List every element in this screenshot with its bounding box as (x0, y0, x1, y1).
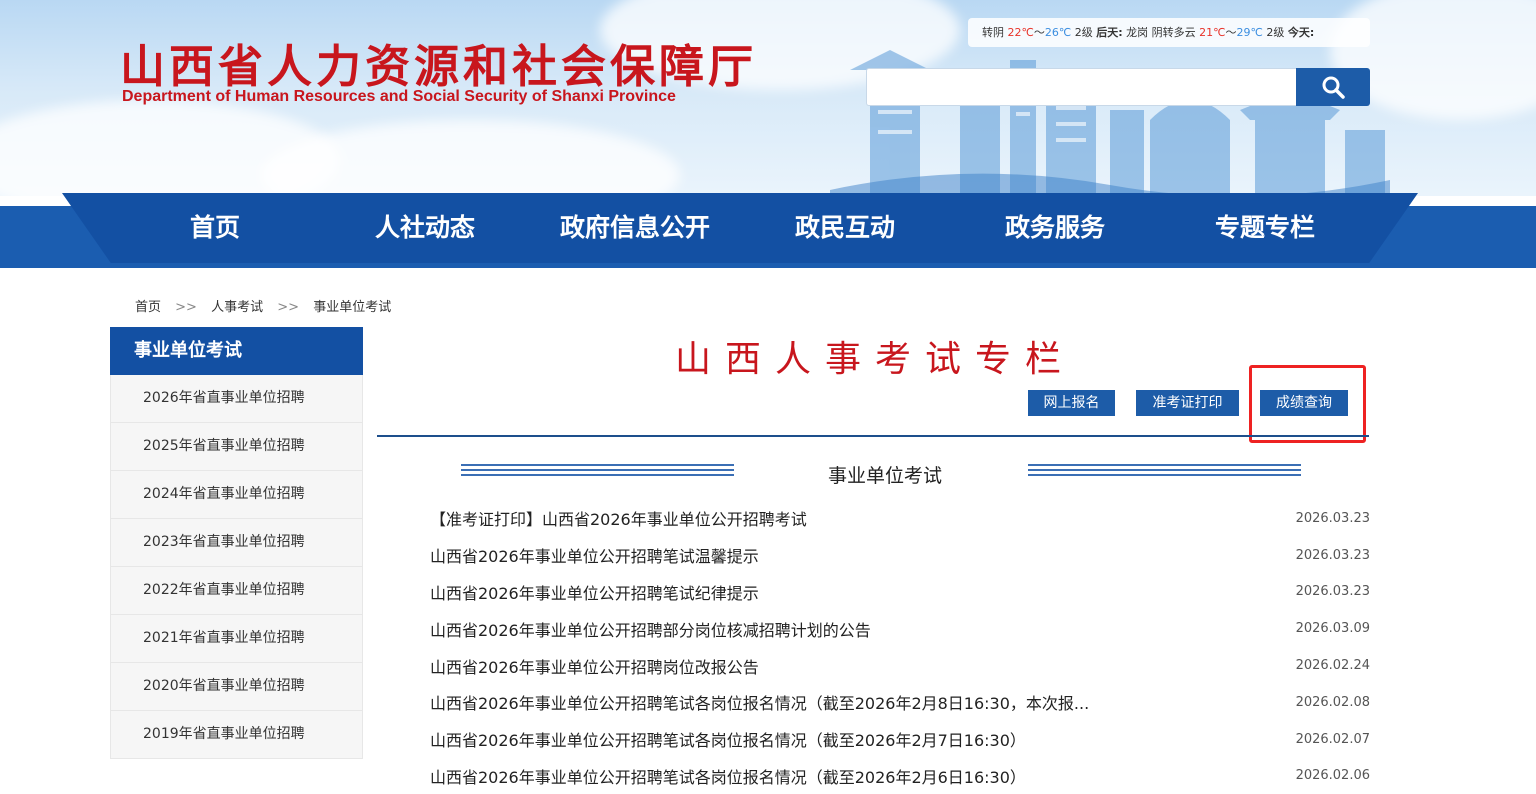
main-nav: 首页 人社动态 政府信息公开 政民互动 政务服务 专题专栏 (0, 193, 1536, 274)
nav-item-services[interactable]: 政务服务 (950, 196, 1160, 260)
breadcrumb-item-current[interactable]: 事业单位考试 (313, 300, 391, 315)
sidebar-item-2020[interactable]: 2020年省直事业单位招聘 (110, 663, 363, 711)
nav-item-news[interactable]: 人社动态 (320, 196, 530, 260)
nav-items: 首页 人社动态 政府信息公开 政民互动 政务服务 专题专栏 (110, 196, 1370, 260)
news-item-date: 2026.03.09 (1295, 621, 1370, 637)
weather-today-label: 今天: (1287, 26, 1315, 39)
weather-city: 龙岗 (1126, 26, 1149, 39)
news-item-title[interactable]: 山西省2026年事业单位公开招聘笔试纪律提示 (430, 580, 759, 604)
nav-item-gov-info[interactable]: 政府信息公开 (530, 196, 740, 260)
weather-temp-sep: ～ (1033, 26, 1045, 39)
nav-item-topics[interactable]: 专题专栏 (1160, 196, 1370, 260)
breadcrumb-item-exam[interactable]: 人事考试 (211, 300, 263, 315)
section-title-decoration-right (1028, 464, 1301, 476)
weather-today-temp-high: 26℃ (1044, 26, 1072, 39)
nav-item-home[interactable]: 首页 (110, 196, 320, 260)
weather-after-temp-high: 29℃ (1236, 26, 1263, 39)
news-item-title[interactable]: 山西省2026年事业单位公开招聘笔试各岗位报名情况（截至2026年2月6日16:… (430, 764, 1026, 788)
search-icon (1322, 76, 1345, 99)
news-item-date: 2026.03.23 (1295, 584, 1370, 600)
sidebar-item-2024[interactable]: 2024年省直事业单位招聘 (110, 471, 363, 519)
site-logo-title[interactable]: 山西省人力资源和社会保障厅 (120, 30, 757, 95)
news-item[interactable]: 山西省2026年事业单位公开招聘笔试纪律提示 2026.03.23 (430, 574, 1370, 611)
breadcrumb: 首页 >> 人事考试 >> 事业单位考试 (135, 296, 391, 315)
sidebar-item-2022[interactable]: 2022年省直事业单位招聘 (110, 567, 363, 615)
news-item-date: 2026.02.08 (1295, 694, 1370, 710)
weather-bar: 转阴 22℃～26℃ 2级 后天: 龙岗 阴转多云 21℃～29℃ 2级 今天: (968, 18, 1370, 47)
news-list: 【准考证打印】山西省2026年事业单位公开招聘考试 2026.03.23 山西省… (430, 500, 1370, 794)
search-input[interactable] (866, 68, 1298, 106)
news-item-title[interactable]: 山西省2026年事业单位公开招聘部分岗位核减招聘计划的公告 (430, 617, 871, 641)
news-item-title[interactable]: 山西省2026年事业单位公开招聘笔试温馨提示 (430, 543, 759, 567)
weather-after-label: 后天: (1096, 26, 1123, 39)
news-item[interactable]: 山西省2026年事业单位公开招聘笔试温馨提示 2026.03.23 (430, 537, 1370, 574)
search-button[interactable] (1296, 68, 1370, 106)
news-item[interactable]: 山西省2026年事业单位公开招聘笔试各岗位报名情况（截至2026年2月7日16:… (430, 721, 1370, 758)
weather-today-temp-low: 22℃ (1007, 26, 1034, 39)
highlight-annotation-box (1249, 365, 1366, 443)
news-item-date: 2026.02.07 (1295, 731, 1370, 747)
online-registration-button[interactable]: 网上报名 (1028, 390, 1115, 416)
news-item[interactable]: 山西省2026年事业单位公开招聘部分岗位核减招聘计划的公告 2026.03.09 (430, 610, 1370, 647)
news-item-date: 2026.02.06 (1295, 768, 1370, 784)
breadcrumb-item-home[interactable]: 首页 (135, 300, 161, 315)
section-title: 事业单位考试 (827, 465, 942, 487)
nav-item-interaction[interactable]: 政民互动 (740, 196, 950, 260)
breadcrumb-separator: >> (175, 300, 197, 315)
news-item-date: 2026.02.24 (1295, 658, 1370, 674)
admission-ticket-print-button[interactable]: 准考证打印 (1136, 390, 1239, 416)
sidebar-title: 事业单位考试 (110, 327, 363, 375)
site-header: 山西省人力资源和社会保障厅 Department of Human Resour… (0, 0, 1536, 196)
sidebar-item-2025[interactable]: 2025年省直事业单位招聘 (110, 423, 363, 471)
sidebar-item-2021[interactable]: 2021年省直事业单位招聘 (110, 615, 363, 663)
news-item-title[interactable]: 山西省2026年事业单位公开招聘笔试各岗位报名情况（截至2026年2月7日16:… (430, 727, 1026, 751)
news-item-date: 2026.03.23 (1295, 547, 1370, 563)
title-divider (377, 435, 1369, 437)
sidebar-item-2023[interactable]: 2023年省直事业单位招聘 (110, 519, 363, 567)
news-item-title[interactable]: 【准考证打印】山西省2026年事业单位公开招聘考试 (430, 506, 807, 530)
breadcrumb-separator: >> (277, 300, 300, 315)
sidebar: 事业单位考试 2026年省直事业单位招聘 2025年省直事业单位招聘 2024年… (110, 327, 363, 759)
weather-today-wind: 2级 (1074, 26, 1093, 39)
weather-after-temp-low: 21℃ (1199, 26, 1226, 39)
site-logo-subtitle: Department of Human Resources and Social… (122, 88, 676, 105)
page-title: 山西人事考试专栏 (674, 339, 1075, 380)
cloud-decoration (260, 120, 680, 196)
news-item-title[interactable]: 山西省2026年事业单位公开招聘笔试各岗位报名情况（截至2026年2月8日16:… (430, 690, 1089, 714)
weather-temp-sep: ～ (1225, 26, 1237, 39)
news-item[interactable]: 【准考证打印】山西省2026年事业单位公开招聘考试 2026.03.23 (430, 500, 1370, 537)
news-item[interactable]: 山西省2026年事业单位公开招聘笔试各岗位报名情况（截至2026年2月8日16:… (430, 684, 1370, 721)
news-item-title[interactable]: 山西省2026年事业单位公开招聘岗位改报公告 (430, 654, 759, 678)
weather-today-condition: 转阴 (982, 26, 1004, 39)
news-item[interactable]: 山西省2026年事业单位公开招聘笔试各岗位报名情况（截至2026年2月6日16:… (430, 758, 1370, 794)
cityscape-illustration (830, 50, 1390, 196)
weather-after-wind: 2级 (1266, 26, 1285, 39)
news-item[interactable]: 山西省2026年事业单位公开招聘岗位改报公告 2026.02.24 (430, 647, 1370, 684)
sidebar-item-2019[interactable]: 2019年省直事业单位招聘 (110, 711, 363, 759)
section-title-decoration-left (461, 464, 734, 476)
weather-after-condition: 阴转多云 (1151, 26, 1196, 39)
news-item-date: 2026.03.23 (1295, 510, 1370, 526)
sidebar-item-2026[interactable]: 2026年省直事业单位招聘 (110, 375, 363, 423)
